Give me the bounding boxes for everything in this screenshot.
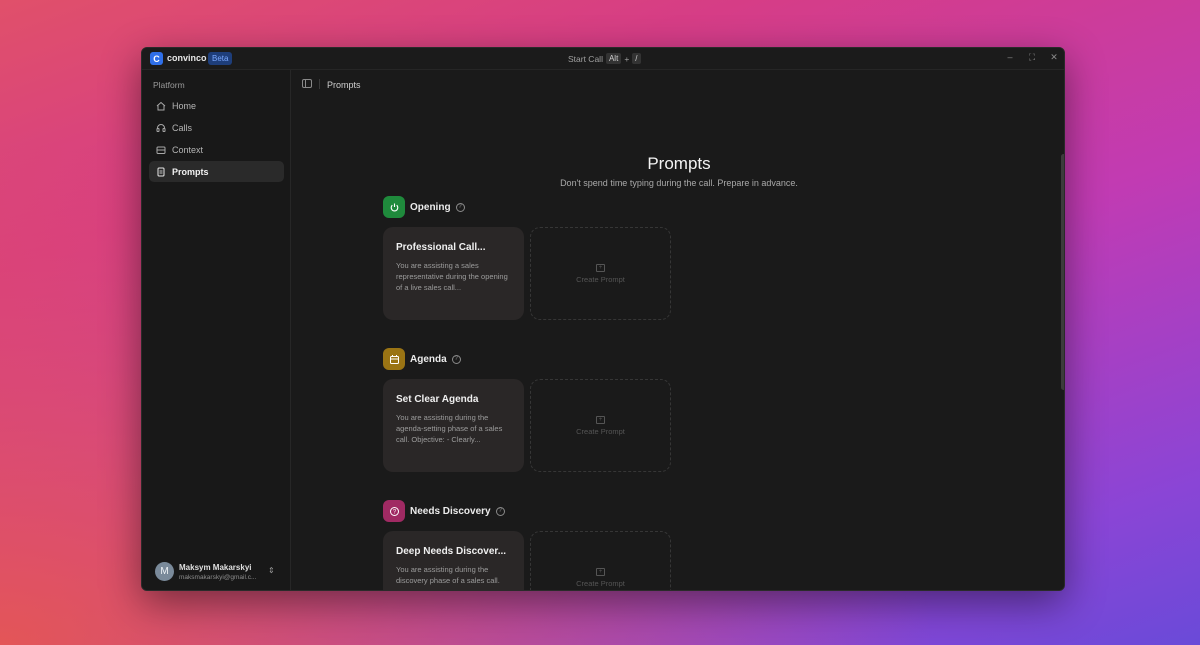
sidebar-toggle-icon[interactable] [302,79,312,88]
shortcut-key-slash: / [632,53,641,64]
calendar-icon [383,348,405,370]
prompt-card-title: Professional Call... [396,242,486,253]
sidebar-item-label: Context [172,144,204,155]
titlebar: C convinco Beta Start Call Alt + / – ⛶ ✕ [142,48,1064,70]
app-logo-icon: C [150,52,163,65]
create-prompt-label: Create Prompt [576,426,625,436]
database-icon [156,145,166,155]
sidebar-item-prompts[interactable]: Prompts [149,161,284,182]
page-title: Prompts [647,154,711,173]
app-name: convinco [167,53,207,63]
add-message-icon: + [596,415,605,424]
section-opening: Opening ? [383,196,465,218]
power-icon [383,196,405,218]
section-agenda: Agenda ? [383,348,461,370]
sidebar-item-label: Home [172,100,197,111]
divider [319,79,320,89]
sidebar-heading: Platform [153,80,185,90]
user-email: maksmakarskyi@gmail.c... [179,574,257,581]
breadcrumb: Prompts [327,80,361,90]
start-call-button[interactable]: Start Call Alt + / [568,53,641,64]
prompt-card-title: Set Clear Agenda [396,394,479,405]
home-icon [156,101,166,111]
create-prompt-label: Create Prompt [576,274,625,284]
shortcut-plus: + [624,53,630,64]
chevron-updown-icon: ⇕ [268,566,275,575]
prompt-card-description: You are assisting a sales representative… [396,261,508,292]
sidebar-item-label: Calls [172,122,193,133]
create-prompt-button[interactable]: + Create Prompt [530,531,671,590]
sidebar-item-home[interactable]: Home [149,95,284,116]
prompt-card-description: You are assisting during the discovery p… [396,565,500,585]
page-subtitle: Don't spend time typing during the call.… [560,178,798,188]
help-icon[interactable]: ? [451,354,461,364]
question-icon: ? [383,500,405,522]
prompt-card-title: Deep Needs Discover... [396,546,507,557]
start-call-label: Start Call [568,53,603,64]
maximize-icon[interactable]: ⛶ [1026,52,1038,63]
section-title: Agenda [410,353,447,365]
help-icon[interactable]: ? [495,506,505,516]
section-title: Needs Discovery [410,505,491,517]
section-title: Opening [410,201,451,213]
prompt-card[interactable]: Professional Call... You are assisting a… [383,227,524,320]
scrollbar-thumb[interactable] [1061,154,1064,390]
help-icon[interactable]: ? [455,202,465,212]
sidebar-item-label: Prompts [172,166,209,177]
document-icon [156,167,166,177]
shortcut-key-alt: Alt [605,53,622,64]
scrollbar[interactable] [1061,98,1064,590]
close-icon[interactable]: ✕ [1048,52,1060,63]
section-needs-discovery: ? Needs Discovery ? [383,500,505,522]
beta-badge: Beta [208,52,233,65]
sidebar-item-context[interactable]: Context [149,139,284,160]
add-message-icon: + [596,263,605,272]
app-window: C convinco Beta Start Call Alt + / – ⛶ ✕… [141,47,1065,591]
create-prompt-button[interactable]: + Create Prompt [530,227,671,320]
prompt-card[interactable]: Set Clear Agenda You are assisting durin… [383,379,524,472]
headset-icon [156,123,166,133]
prompt-card[interactable]: Deep Needs Discover... You are assisting… [383,531,524,590]
user-name: Maksym Makarskyi [179,563,252,572]
prompt-card-description: You are assisting during the agenda-sett… [396,413,503,444]
user-menu[interactable]: M Maksym Makarskyi maksmakarskyi@gmail.c… [155,561,280,583]
main-content: Prompts Prompts Don't spend time typing … [292,70,1064,590]
minimize-icon[interactable]: – [1004,52,1016,62]
create-prompt-button[interactable]: + Create Prompt [530,379,671,472]
add-message-icon: + [596,567,605,576]
sidebar-item-calls[interactable]: Calls [149,117,284,138]
sidebar: Platform Home Calls Context Prompts M Ma… [142,70,291,590]
create-prompt-label: Create Prompt [576,578,625,588]
topbar: Prompts [292,70,1064,98]
avatar: M [155,562,174,581]
